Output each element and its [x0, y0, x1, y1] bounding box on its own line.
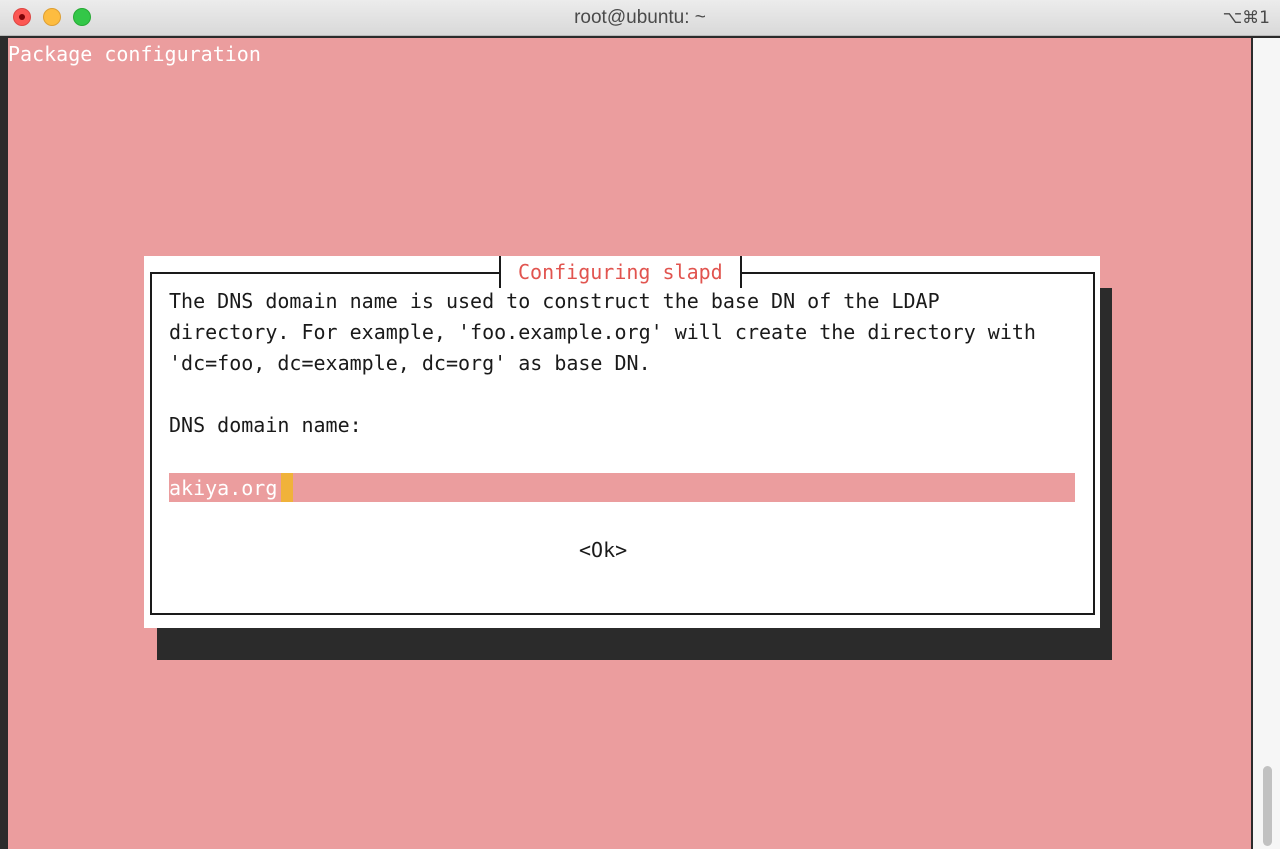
dialog-title: Configuring slapd — [499, 256, 742, 288]
package-configuration-header: Package configuration — [8, 42, 261, 66]
text-cursor — [281, 473, 293, 502]
title-bar: root@ubuntu: ~ ⌥⌘1 — [0, 0, 1280, 36]
window-title: root@ubuntu: ~ — [574, 7, 706, 28]
window-shortcut: ⌥⌘1 — [1222, 8, 1270, 28]
ok-button[interactable]: <Ok> — [579, 538, 627, 562]
dns-domain-value: akiya.org — [169, 476, 278, 500]
dns-domain-prompt: DNS domain name: — [169, 413, 362, 437]
dns-domain-input[interactable]: akiya.org — [169, 473, 1075, 505]
dialog-message-line-3: 'dc=foo, dc=example, dc=org' as base DN. — [169, 351, 651, 375]
terminal-window: root@ubuntu: ~ ⌥⌘1 Package configuration… — [0, 0, 1280, 849]
configuring-slapd-dialog: Configuring slapd The DNS domain name is… — [144, 256, 1100, 628]
scrollbar-thumb[interactable] — [1263, 766, 1272, 846]
scrollbar[interactable] — [1253, 38, 1280, 849]
dialog-message-line-1: The DNS domain name is used to construct… — [169, 289, 940, 313]
dialog-message-line-2: directory. For example, 'foo.example.org… — [169, 320, 1036, 344]
